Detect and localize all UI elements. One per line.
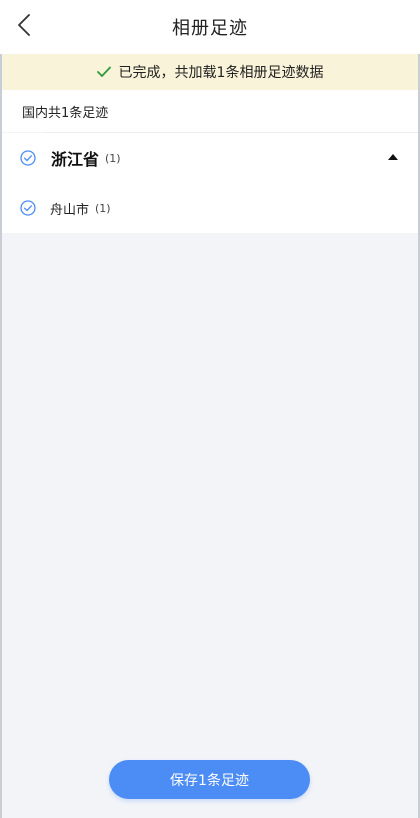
city-name: 舟山市: [50, 202, 90, 218]
city-row-zhoushan[interactable]: 舟山市 (1): [2, 183, 418, 233]
top-nav-bar: 相册足迹: [0, 0, 420, 54]
circle-check-icon[interactable]: [20, 150, 36, 166]
province-name: 浙江省: [51, 150, 100, 169]
province-row-zhejiang[interactable]: 浙江省 (1): [2, 133, 418, 183]
status-banner: 已完成，共加载1条相册足迹数据: [2, 54, 418, 90]
city-count: (1): [95, 201, 111, 215]
circle-check-icon[interactable]: [20, 200, 36, 216]
chevron-left-icon: [17, 14, 31, 40]
caret-up-icon[interactable]: [388, 154, 398, 160]
back-button[interactable]: [8, 10, 40, 44]
save-footprints-button[interactable]: 保存1条足迹: [109, 760, 310, 799]
footprint-summary-text: 国内共1条足迹: [22, 105, 109, 121]
status-banner-text: 已完成，共加载1条相册足迹数据: [118, 65, 324, 81]
app-screen: 相册足迹 已完成，共加载1条相册足迹数据 国内共1条足迹 浙江省 (1) 舟山市…: [0, 0, 420, 818]
province-count: (1): [105, 151, 121, 165]
check-icon: [96, 63, 111, 82]
footprint-summary: 国内共1条足迹: [2, 90, 418, 132]
page-title: 相册足迹: [172, 18, 248, 39]
